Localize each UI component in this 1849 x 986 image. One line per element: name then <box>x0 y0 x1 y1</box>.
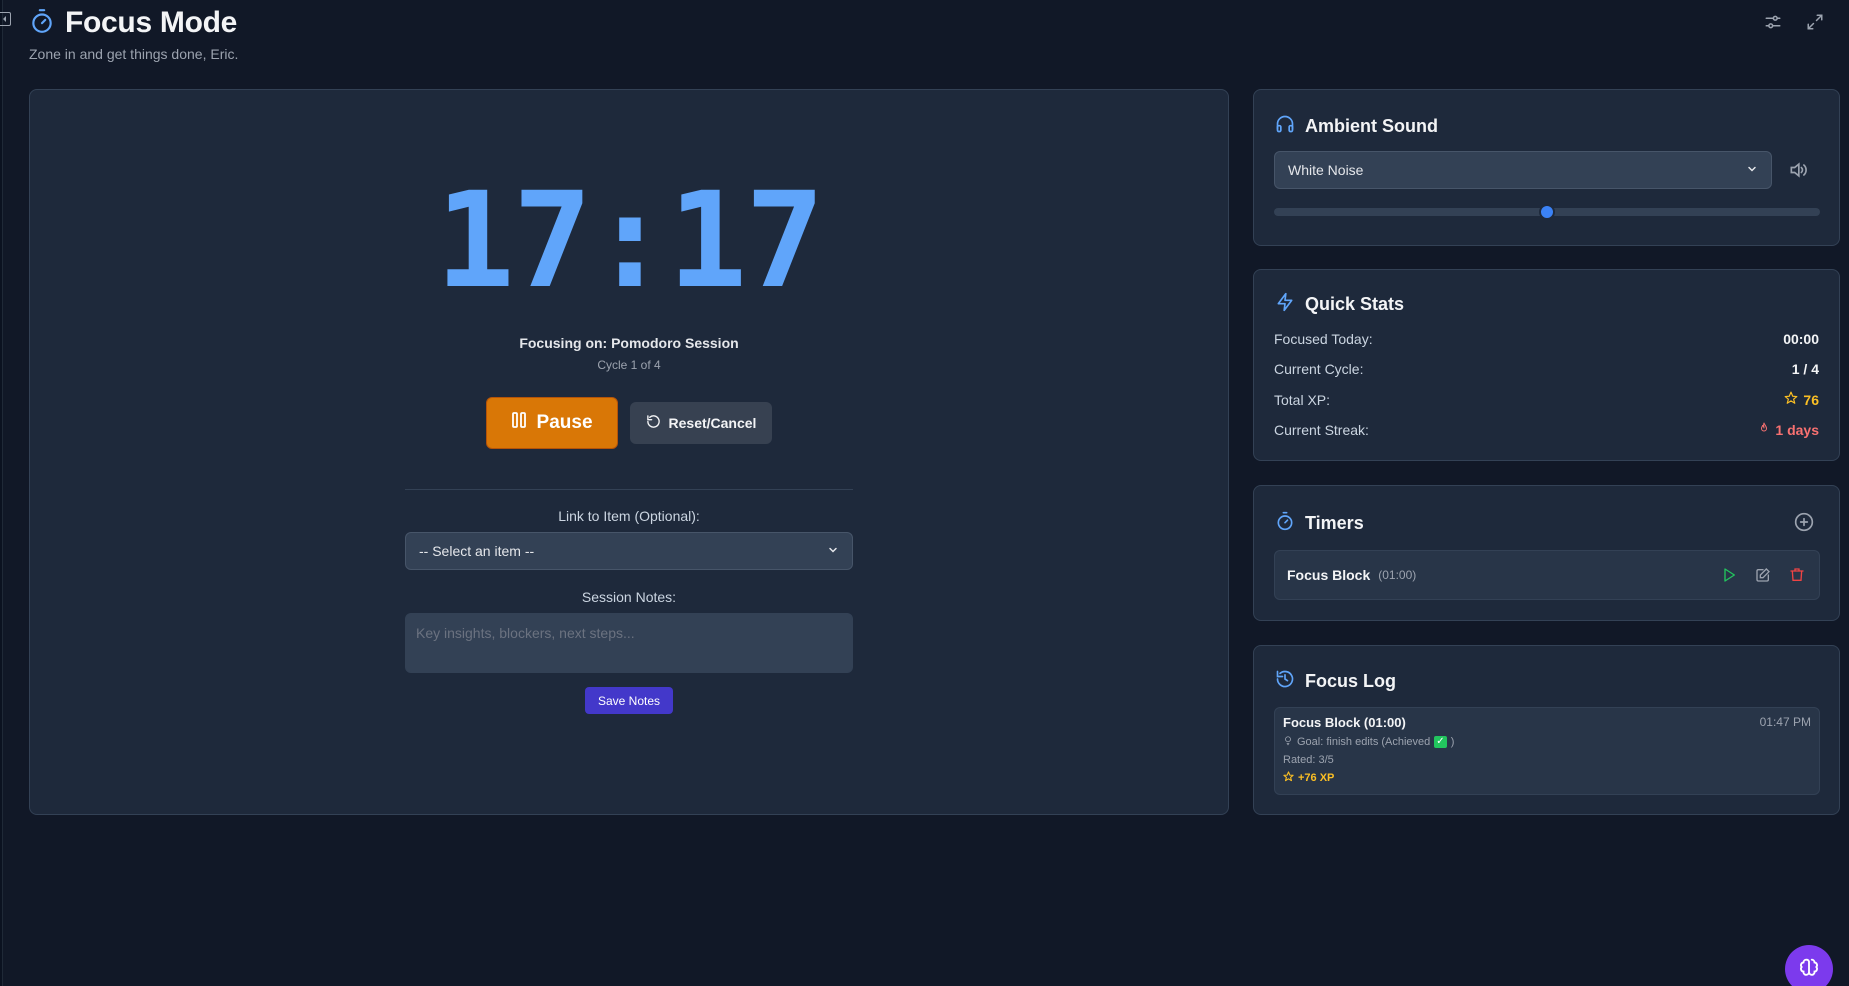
stat-value: 76 <box>1784 391 1819 408</box>
goal-close-paren: ) <box>1450 736 1455 748</box>
pause-button[interactable]: Pause <box>485 397 618 449</box>
log-entry-title: Focus Block (01:00) <box>1283 715 1406 730</box>
ambient-sound-header: Ambient Sound <box>1275 114 1438 139</box>
play-icon[interactable] <box>1719 565 1739 585</box>
log-entry-rating: Rated: 3/5 <box>1283 754 1334 766</box>
focus-log-title: Focus Log <box>1305 671 1396 691</box>
lightning-icon <box>1275 292 1295 317</box>
flame-icon <box>1758 421 1770 438</box>
stat-current-cycle: Current Cycle: 1 / 4 <box>1274 361 1819 377</box>
total-xp-value: 76 <box>1803 391 1819 408</box>
link-item-select-value: -- Select an item -- <box>419 543 535 559</box>
stat-value: 1 days <box>1758 421 1819 438</box>
log-entry-xp-row: +76 XP <box>1283 771 1811 785</box>
ambient-sound-title: Ambient Sound <box>1305 116 1438 136</box>
stopwatch-icon <box>1275 511 1295 536</box>
timer-display: 17:17 <box>435 164 824 318</box>
stat-label: Current Streak: <box>1274 421 1369 438</box>
ambient-sound-select[interactable]: White Noise <box>1274 151 1772 189</box>
lightbulb-icon <box>1283 735 1293 749</box>
page-subtitle: Zone in and get things done, Eric. <box>29 46 239 62</box>
stat-value: 1 / 4 <box>1791 361 1819 377</box>
pause-label: Pause <box>536 412 593 433</box>
stat-total-xp: Total XP: 76 <box>1274 391 1819 408</box>
brain-icon <box>1798 956 1820 983</box>
chevron-down-icon <box>1746 162 1758 178</box>
timer-actions <box>1719 565 1807 585</box>
timer-duration: (01:00) <box>1378 568 1417 582</box>
stat-value: 00:00 <box>1783 331 1819 347</box>
log-entry-goal-row: Goal: finish edits (Achieved ✓) <box>1283 735 1811 749</box>
left-rail <box>0 0 3 986</box>
assistant-fab-button[interactable] <box>1785 945 1833 986</box>
page-header: Focus Mode Zone in and get things done, … <box>29 6 238 62</box>
focus-log-panel: Focus Log Focus Block (01:00) 01:47 PM G… <box>1253 645 1840 815</box>
quick-stats-panel: Quick Stats Focused Today: 00:00 Current… <box>1253 269 1840 461</box>
chevron-down-icon <box>827 543 839 559</box>
check-icon: ✓ <box>1434 736 1447 748</box>
session-notes-label: Session Notes: <box>581 589 677 605</box>
history-icon <box>1275 669 1295 694</box>
quick-stats-title: Quick Stats <box>1305 294 1405 314</box>
reset-cancel-button[interactable]: Reset/Cancel <box>629 402 773 444</box>
stat-label: Total XP: <box>1274 391 1331 408</box>
streak-value: 1 days <box>1775 421 1819 438</box>
focusing-on-text: Focusing on: Pomodoro Session <box>519 335 739 351</box>
session-notes-textarea[interactable]: Key insights, blockers, next steps... <box>405 613 853 673</box>
log-entry-goal: Goal: finish edits (Achieved <box>1297 736 1431 748</box>
settings-sliders-icon[interactable] <box>1763 12 1783 32</box>
timer-list-item[interactable]: Focus Block (01:00) <box>1274 550 1820 600</box>
fullscreen-icon[interactable] <box>1805 12 1825 32</box>
reset-label: Reset/Cancel <box>668 415 757 431</box>
log-entry-xp: +76 XP <box>1298 772 1335 784</box>
timer-controls: Pause Reset/Cancel <box>30 397 1228 449</box>
sidebar-expand-icon[interactable] <box>0 12 11 26</box>
save-notes-button[interactable]: Save Notes <box>585 687 673 714</box>
cycle-text: Cycle 1 of 4 <box>597 358 661 372</box>
pause-icon <box>511 411 527 435</box>
timer-card: 17:17 Focusing on: Pomodoro Session Cycl… <box>29 89 1229 815</box>
volume-slider-thumb[interactable] <box>1539 204 1555 220</box>
log-entry-time: 01:47 PM <box>1759 715 1811 729</box>
ambient-sound-panel: Ambient Sound White Noise <box>1253 89 1840 246</box>
edit-icon[interactable] <box>1753 565 1773 585</box>
star-icon <box>1283 771 1294 785</box>
star-icon <box>1784 391 1798 408</box>
focus-log-entry: Focus Block (01:00) 01:47 PM Goal: finis… <box>1274 707 1820 795</box>
focus-log-header: Focus Log <box>1275 669 1396 694</box>
volume-icon[interactable] <box>1788 160 1808 180</box>
ambient-sound-value: White Noise <box>1288 162 1364 178</box>
stat-focused-today: Focused Today: 00:00 <box>1274 331 1819 347</box>
trash-icon[interactable] <box>1787 565 1807 585</box>
timer-name: Focus Block <box>1287 567 1371 583</box>
stat-current-streak: Current Streak: 1 days <box>1274 421 1819 438</box>
divider <box>405 489 853 490</box>
reset-icon <box>646 414 661 432</box>
stat-label: Focused Today: <box>1274 331 1373 347</box>
top-actions <box>1763 12 1825 32</box>
link-item-select[interactable]: -- Select an item -- <box>405 532 853 570</box>
stat-label: Current Cycle: <box>1274 361 1364 377</box>
timers-panel: Timers Focus Block (01:00) <box>1253 485 1840 621</box>
page-title: Focus Mode <box>65 6 238 39</box>
add-timer-icon[interactable] <box>1794 512 1814 532</box>
stopwatch-icon <box>29 8 55 39</box>
timers-title: Timers <box>1305 513 1364 533</box>
timers-header: Timers <box>1275 511 1364 536</box>
headphones-icon <box>1275 114 1295 139</box>
link-item-label: Link to Item (Optional): <box>558 508 700 524</box>
quick-stats-header: Quick Stats <box>1275 292 1404 317</box>
